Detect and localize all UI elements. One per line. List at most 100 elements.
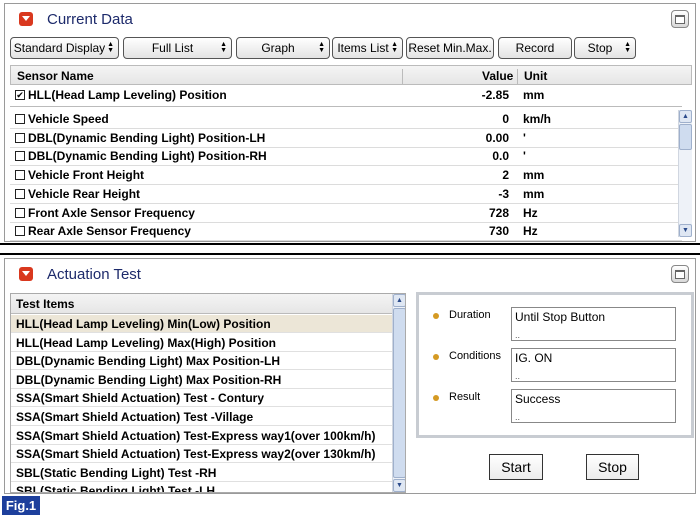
test-item[interactable]: DBL(Dynamic Bending Light) Max Position-… xyxy=(11,371,393,389)
sensor-name: Vehicle Rear Height xyxy=(28,186,141,201)
standard-display-dropdown[interactable]: Standard Display ▲ ▼ xyxy=(10,37,119,59)
actuation-test-panel: Actuation Test Test Items HLL(Head Lamp … xyxy=(4,258,696,494)
sensor-scrollbar[interactable]: ▲ ▼ xyxy=(678,110,692,237)
test-item[interactable]: HLL(Head Lamp Leveling) Max(High) Positi… xyxy=(11,334,393,352)
collapse-icon[interactable] xyxy=(19,12,33,26)
conditions-value: IG. ON xyxy=(515,351,553,365)
sensor-row[interactable]: DBL(Dynamic Bending Light) Position-RH 0.… xyxy=(10,147,682,167)
start-button[interactable]: Start xyxy=(489,454,543,480)
sensor-value: -3 xyxy=(498,186,509,201)
result-row: Result Success .. xyxy=(433,389,693,425)
checkbox[interactable] xyxy=(15,170,25,181)
stop-button[interactable]: Stop xyxy=(586,454,639,480)
sensor-row[interactable]: Vehicle Speed 0 km/h xyxy=(10,110,682,129)
test-item[interactable]: SSA(Smart Shield Actuation) Test -Villag… xyxy=(11,408,393,426)
test-item[interactable]: SSA(Smart Shield Actuation) Test-Express… xyxy=(11,445,393,464)
record-label: Record xyxy=(515,41,555,55)
duration-value: Until Stop Button xyxy=(515,310,606,324)
record-button[interactable]: Record xyxy=(498,37,572,59)
panel-divider xyxy=(0,243,700,245)
test-items-header: Test Items xyxy=(11,294,393,314)
checked-checkbox[interactable]: ✔ xyxy=(15,90,25,100)
conditions-field: IG. ON .. xyxy=(511,348,676,382)
test-item[interactable]: SSA(Smart Shield Actuation) Test - Contu… xyxy=(11,389,393,408)
scroll-down-icon[interactable]: ▼ xyxy=(393,479,405,492)
current-data-panel: Current Data Standard Display ▲ ▼ Full Li… xyxy=(4,3,696,242)
test-item[interactable]: SBL(Static Bending Light) Test -RH xyxy=(11,464,393,482)
updown-arrow-icon: ▲ ▼ xyxy=(391,41,398,54)
sensor-unit: mm xyxy=(523,88,545,102)
reset-min-max-button[interactable]: Reset Min.Max. xyxy=(406,37,494,59)
sensor-name: Rear Axle Sensor Frequency xyxy=(28,224,191,239)
stop-dropdown[interactable]: Stop ▲ ▼ xyxy=(574,37,636,59)
sensor-row[interactable]: Front Axle Sensor Frequency 728 Hz xyxy=(10,204,682,223)
sensor-value: 730 xyxy=(488,224,509,239)
test-info-box: Duration Until Stop Button .. Conditions… xyxy=(416,292,694,438)
test-item[interactable]: DBL(Dynamic Bending Light) Max Position-… xyxy=(11,352,393,371)
test-item[interactable]: HLL(Head Lamp Leveling) Min(Low) Positio… xyxy=(11,315,393,333)
checkbox[interactable] xyxy=(15,132,25,143)
sensor-row[interactable]: Rear Axle Sensor Frequency 730 Hz xyxy=(10,222,682,242)
test-item[interactable]: SBL(Static Bending Light) Test -LH xyxy=(11,482,393,492)
bullet-icon xyxy=(433,313,439,319)
scroll-up-icon[interactable]: ▲ xyxy=(393,294,405,307)
test-items-list: Test Items HLL(Head Lamp Leveling) Min(L… xyxy=(10,293,406,493)
items-list-dropdown[interactable]: Items List ▲ ▼ xyxy=(332,37,403,59)
stop-label: Stop xyxy=(587,41,613,55)
sensor-unit: Hz xyxy=(523,224,538,239)
sensor-unit: ' xyxy=(523,149,526,164)
figure-label: Fig.1 xyxy=(2,496,40,515)
reset-min-max-label: Reset Min.Max. xyxy=(408,41,492,55)
bullet-icon xyxy=(433,395,439,401)
sensor-value: 728 xyxy=(488,205,509,220)
graph-dropdown[interactable]: Graph ▲ ▼ xyxy=(236,37,330,59)
test-items-scrollbar[interactable]: ▲ ▼ xyxy=(392,294,405,492)
sensor-unit: km/h xyxy=(523,112,552,126)
maximize-icon[interactable] xyxy=(671,10,689,28)
duration-row: Duration Until Stop Button .. xyxy=(433,307,693,343)
sensor-name: Vehicle Front Height xyxy=(28,168,145,183)
sensor-row[interactable]: Vehicle Front Height 2 mm xyxy=(10,166,682,186)
collapse-icon[interactable] xyxy=(19,267,33,281)
checkbox[interactable] xyxy=(15,226,25,237)
pinned-sensor-row[interactable]: ✔ HLL(Head Lamp Leveling) Position -2.85… xyxy=(10,86,682,107)
duration-label: Duration xyxy=(449,309,491,321)
scroll-thumb[interactable] xyxy=(393,308,405,478)
maximize-icon[interactable] xyxy=(671,265,689,283)
panel-title: Current Data xyxy=(47,10,133,28)
graph-label: Graph xyxy=(261,41,295,55)
scroll-up-icon[interactable]: ▲ xyxy=(679,110,692,123)
updown-arrow-icon: ▲ ▼ xyxy=(220,41,227,54)
scroll-down-icon[interactable]: ▼ xyxy=(679,224,692,237)
updown-arrow-icon: ▲ ▼ xyxy=(624,41,631,54)
current-data-header: Current Data xyxy=(5,4,695,34)
sensor-value: 0.00 xyxy=(485,130,509,145)
result-value: Success xyxy=(515,392,561,406)
panel-divider xyxy=(0,253,700,255)
checkbox[interactable] xyxy=(15,207,25,218)
scroll-thumb[interactable] xyxy=(679,124,692,150)
result-label: Result xyxy=(449,391,481,403)
sensor-unit: mm xyxy=(523,168,545,183)
sensor-table-header: Sensor Name Value Unit xyxy=(10,65,692,85)
updown-arrow-icon: ▲ ▼ xyxy=(107,41,114,54)
col-sensor-name: Sensor Name xyxy=(17,69,94,83)
sensor-value: 0 xyxy=(502,112,509,126)
sensor-value: 2 xyxy=(502,168,509,183)
checkbox[interactable] xyxy=(15,114,25,124)
full-list-label: Full List xyxy=(151,41,194,55)
standard-display-label: Standard Display xyxy=(13,41,106,55)
conditions-row: Conditions IG. ON .. xyxy=(433,348,693,384)
checkbox[interactable] xyxy=(15,151,25,162)
bullet-icon xyxy=(433,354,439,360)
sensor-unit: mm xyxy=(523,186,545,201)
panel-title: Actuation Test xyxy=(47,265,141,283)
conditions-label: Conditions xyxy=(449,350,501,362)
full-list-dropdown[interactable]: Full List ▲ ▼ xyxy=(123,37,232,59)
sensor-row[interactable]: DBL(Dynamic Bending Light) Position-LH 0.… xyxy=(10,129,682,148)
checkbox[interactable] xyxy=(15,188,25,199)
test-item[interactable]: SSA(Smart Shield Actuation) Test-Express… xyxy=(11,427,393,445)
sensor-name: DBL(Dynamic Bending Light) Position-LH xyxy=(28,130,266,145)
sensor-row[interactable]: Vehicle Rear Height -3 mm xyxy=(10,185,682,204)
sensor-value: -2.85 xyxy=(481,88,509,102)
